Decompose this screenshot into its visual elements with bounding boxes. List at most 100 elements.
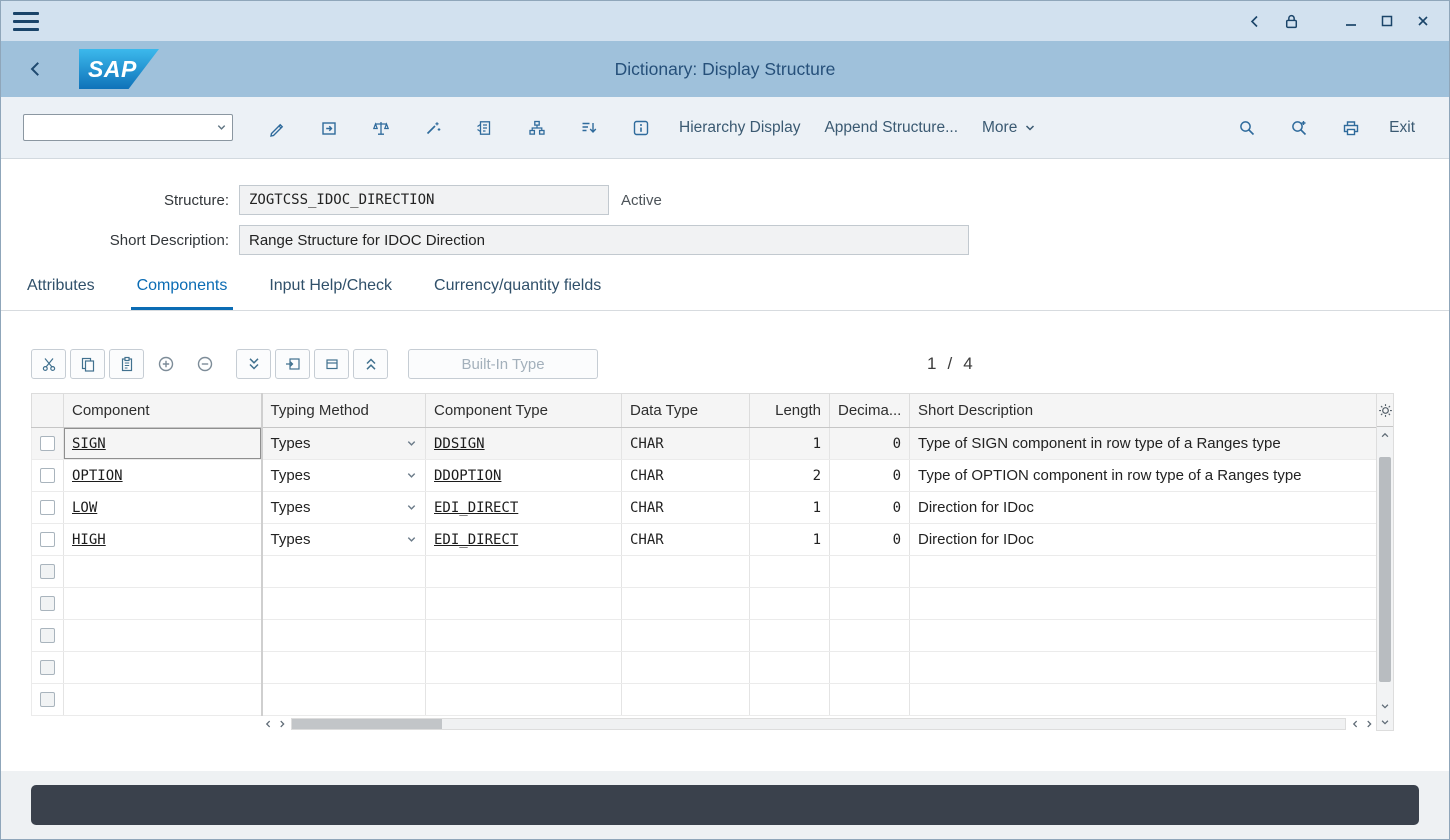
row-checkbox[interactable] [40, 692, 55, 707]
command-dropdown-icon[interactable] [210, 122, 232, 133]
page-up-icon[interactable] [353, 349, 388, 379]
scroll-left-icon[interactable] [261, 716, 275, 732]
scroll-down-icon[interactable] [1377, 698, 1393, 714]
row-checkbox[interactable] [40, 500, 55, 515]
minimize-icon[interactable] [1337, 7, 1365, 35]
empty-row [32, 620, 1377, 652]
tab-attributes[interactable]: Attributes [21, 265, 101, 310]
decimals-cell: 0 [830, 428, 910, 460]
vertical-scroll-thumb[interactable] [1379, 457, 1391, 682]
component-link[interactable]: OPTION [72, 468, 123, 484]
components-grid: Component Typing Method Component Type D… [31, 393, 1394, 732]
bottom-strip [1, 771, 1449, 839]
titlebar [1, 1, 1449, 41]
scroll-left-end-icon[interactable] [1348, 716, 1362, 732]
component-link[interactable]: LOW [72, 500, 97, 516]
display-change-icon[interactable] [260, 111, 294, 145]
table-row: SIGN Types DDSIGN CHAR 1 0 Type of SIGN … [32, 428, 1377, 460]
short-description-field[interactable]: Range Structure for IDOC Direction [239, 225, 969, 255]
component-link[interactable]: SIGN [72, 436, 106, 452]
vertical-scrollbar [1376, 393, 1394, 731]
component-type-link[interactable]: EDI_DIRECT [434, 532, 518, 548]
insert-row-icon[interactable] [148, 349, 183, 379]
menu-icon[interactable] [13, 12, 39, 31]
row-checkbox[interactable] [40, 564, 55, 579]
tab-currency-quantity-fields[interactable]: Currency/quantity fields [428, 265, 607, 310]
paste-icon[interactable] [109, 349, 144, 379]
more-button[interactable]: More [970, 110, 1048, 146]
copy-icon[interactable] [70, 349, 105, 379]
hierarchy-display-label: Hierarchy Display [679, 119, 800, 137]
row-checkbox[interactable] [40, 660, 55, 675]
cut-icon[interactable] [31, 349, 66, 379]
where-used-icon[interactable] [468, 111, 502, 145]
sort-icon[interactable] [572, 111, 606, 145]
scroll-up-icon[interactable] [1377, 427, 1393, 443]
search-icon[interactable] [1230, 111, 1264, 145]
col-header-component[interactable]: Component [64, 394, 262, 428]
command-box [23, 114, 233, 141]
typing-method-dropdown[interactable]: Types [271, 499, 418, 516]
vertical-scroll-track[interactable] [1377, 443, 1393, 698]
command-input[interactable] [24, 115, 210, 140]
delete-row-icon[interactable] [187, 349, 222, 379]
typing-method-dropdown[interactable]: Types [271, 435, 418, 452]
activate-icon[interactable] [416, 111, 450, 145]
short-description-value: Range Structure for IDOC Direction [249, 232, 485, 249]
decimals-cell: 0 [830, 492, 910, 524]
delete-line-icon[interactable] [314, 349, 349, 379]
typing-method-dropdown[interactable]: Types [271, 467, 418, 484]
row-checkbox[interactable] [40, 628, 55, 643]
scroll-right-icon[interactable] [275, 716, 289, 732]
scroll-down-page-icon[interactable] [1377, 714, 1393, 730]
display-object-icon[interactable] [312, 111, 346, 145]
page-down-icon[interactable] [236, 349, 271, 379]
search-more-icon[interactable] [1282, 111, 1316, 145]
append-structure-button[interactable]: Append Structure... [812, 110, 970, 146]
component-type-link[interactable]: DDOPTION [434, 468, 501, 484]
col-header-length[interactable]: Length [750, 394, 830, 428]
col-header-data-type[interactable]: Data Type [622, 394, 750, 428]
maximize-icon[interactable] [1373, 7, 1401, 35]
tab-components-label: Components [137, 277, 228, 295]
builtin-type-button[interactable]: Built-In Type [408, 349, 598, 379]
insert-line-icon[interactable] [275, 349, 310, 379]
length-cell: 2 [750, 460, 830, 492]
close-icon[interactable] [1409, 7, 1437, 35]
col-header-decimals[interactable]: Decima... [830, 394, 910, 428]
col-header-typing-method[interactable]: Typing Method [262, 394, 426, 428]
grid-header-row: Component Typing Method Component Type D… [32, 394, 1377, 428]
col-header-component-type[interactable]: Component Type [426, 394, 622, 428]
col-header-short-description[interactable]: Short Description [910, 394, 1377, 428]
select-all-header[interactable] [32, 394, 64, 428]
component-link[interactable]: HIGH [72, 532, 106, 548]
chevron-down-icon [406, 534, 417, 545]
typing-method-dropdown[interactable]: Types [271, 531, 418, 548]
horizontal-scroll-thumb[interactable] [292, 719, 442, 729]
table-row: HIGH Types EDI_DIRECT CHAR 1 0 Direction… [32, 524, 1377, 556]
row-checkbox[interactable] [40, 532, 55, 547]
tab-components[interactable]: Components [131, 265, 234, 310]
scroll-right-end-icon[interactable] [1362, 716, 1376, 732]
back-icon[interactable] [19, 52, 53, 86]
component-type-link[interactable]: DDSIGN [434, 436, 485, 452]
data-type-cell: CHAR [622, 524, 750, 556]
check-icon[interactable] [364, 111, 398, 145]
tab-input-help-check[interactable]: Input Help/Check [263, 265, 398, 310]
table-row: OPTION Types DDOPTION CHAR 2 0 Type of O… [32, 460, 1377, 492]
information-icon[interactable] [624, 111, 658, 145]
row-checkbox[interactable] [40, 468, 55, 483]
hierarchy-icon[interactable] [520, 111, 554, 145]
print-icon[interactable] [1334, 111, 1368, 145]
table-settings-gear-icon[interactable] [1377, 394, 1393, 427]
lock-icon[interactable] [1277, 7, 1305, 35]
row-checkbox[interactable] [40, 596, 55, 611]
hierarchy-display-button[interactable]: Hierarchy Display [667, 110, 812, 146]
component-type-link[interactable]: EDI_DIRECT [434, 500, 518, 516]
horizontal-scroll-track[interactable] [291, 718, 1346, 730]
row-checkbox[interactable] [40, 436, 55, 451]
status-bar [31, 785, 1419, 825]
back-history-icon[interactable] [1241, 7, 1269, 35]
exit-button[interactable]: Exit [1377, 110, 1427, 146]
structure-field[interactable]: ZOGTCSS_IDOC_DIRECTION [239, 185, 609, 215]
